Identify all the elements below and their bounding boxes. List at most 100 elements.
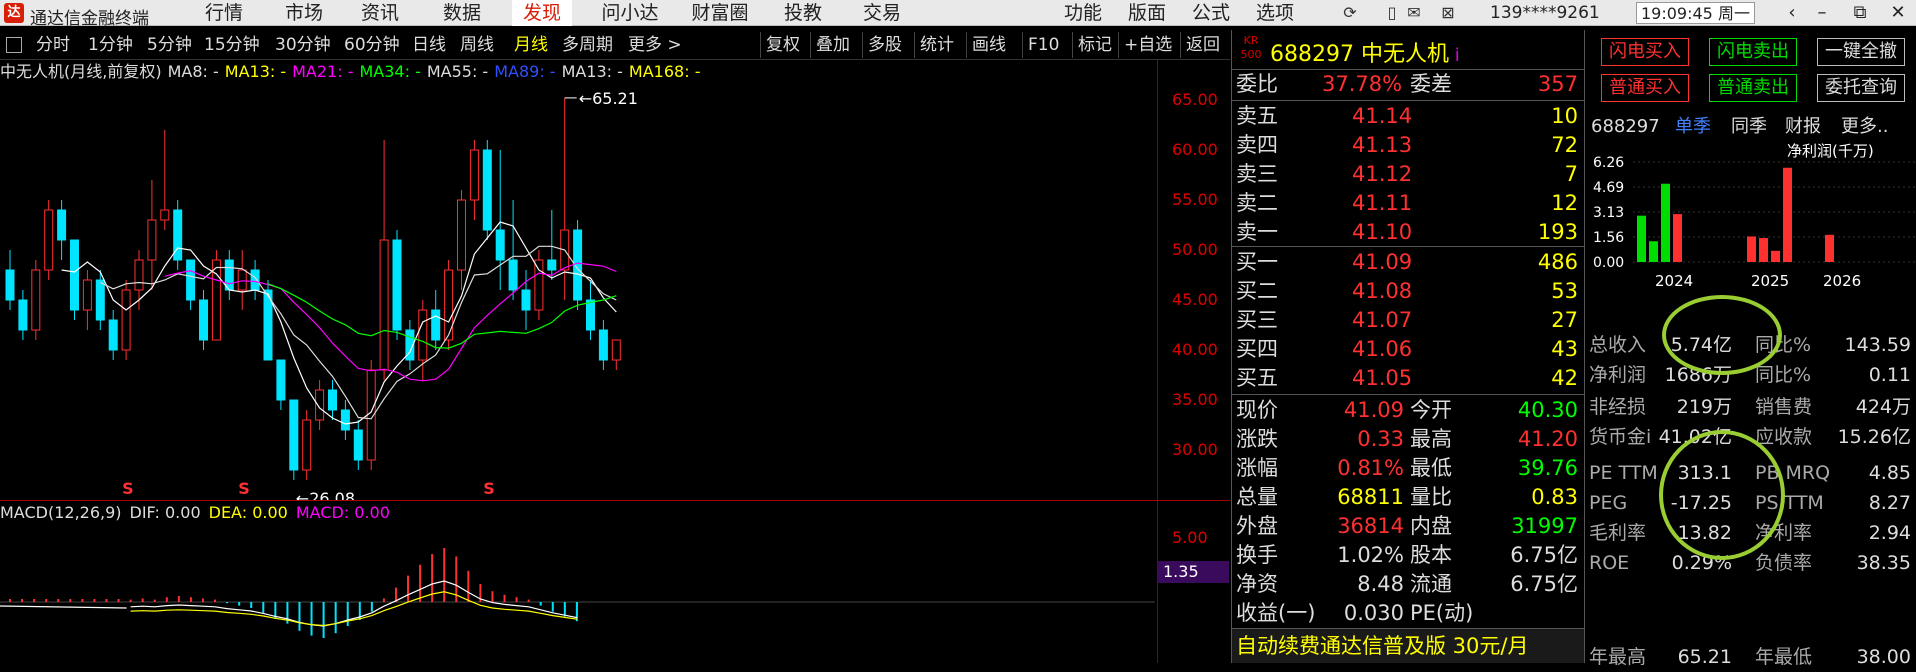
period-tab-0[interactable]: 分时 [36, 34, 70, 56]
finance-bar [1661, 183, 1670, 262]
candle-body [70, 239, 79, 311]
trade-button-3[interactable]: 普通买入 [1601, 74, 1689, 102]
period-tab-9[interactable]: 多周期 [562, 34, 613, 56]
period-tab-7[interactable]: 周线 [460, 34, 494, 56]
menu-5[interactable]: 问小达 [594, 0, 666, 26]
tool-button-0[interactable]: 复权 [760, 32, 800, 58]
sell-row-3[interactable]: 卖二 41.11 12 [1232, 189, 1584, 218]
menu-3[interactable]: 数据 [436, 0, 488, 26]
finance-tab-0[interactable]: 单季 [1675, 114, 1711, 140]
buy-price: 41.09 [1352, 250, 1413, 274]
candle-body [289, 399, 299, 471]
menu-8[interactable]: 交易 [856, 0, 908, 26]
finance-tabs: 688297 单季 同季 财报 更多.. [1585, 114, 1916, 140]
tool-button-5[interactable]: F10 [1022, 32, 1059, 58]
trade-button-0[interactable]: 闪电买入 [1601, 38, 1689, 66]
finance-label2: 销售费 [1755, 396, 1813, 418]
price-axis-label-0: 65.00 [1172, 90, 1218, 109]
right-menu-0[interactable]: 功能 [1064, 0, 1102, 26]
tool-button-6[interactable]: 标记 [1072, 32, 1112, 58]
back-icon[interactable]: ‹ [1778, 0, 1806, 26]
tool-button-4[interactable]: 画线 [966, 32, 1006, 58]
finance-label: 货币金i [1589, 426, 1652, 448]
period-tab-2[interactable]: 5分钟 [147, 34, 192, 56]
sell-price: 41.11 [1352, 191, 1413, 215]
s-mark-1: S [238, 479, 250, 498]
candlestick-chart[interactable]: ←65.21 ←26.08 S S S [0, 80, 1155, 500]
menu-4[interactable]: 发现 [512, 0, 572, 26]
sell-row-4[interactable]: 卖一 41.10 193 [1232, 218, 1584, 247]
tool-button-1[interactable]: 叠加 [810, 32, 850, 58]
trade-button-1[interactable]: 闪电卖出 [1709, 38, 1797, 66]
subscription-ad[interactable]: 自动续费通达信普及版 30元/月 [1232, 628, 1584, 663]
sell-row-1[interactable]: 卖四 41.13 72 [1232, 131, 1584, 160]
period-tab-4[interactable]: 30分钟 [275, 34, 331, 56]
buy-row-3[interactable]: 买四 41.06 43 [1232, 335, 1584, 364]
period-tab-8[interactable]: 月线 [514, 34, 548, 56]
close-icon[interactable]: ✕ [1884, 0, 1912, 26]
mail-icon[interactable]: ✉ [1404, 3, 1424, 23]
phone-icon[interactable]: ▯ [1382, 3, 1402, 23]
finance-tab-1[interactable]: 同季 [1731, 114, 1767, 140]
refresh-icon[interactable]: ⟳ [1340, 3, 1360, 23]
trade-button-4[interactable]: 普通卖出 [1709, 74, 1797, 102]
sell-qty: 72 [1551, 133, 1578, 157]
sell-qty: 10 [1551, 104, 1578, 128]
panel-toggle-icon[interactable] [6, 37, 22, 53]
finance-bar [1649, 241, 1658, 262]
price-axis-label-1: 60.00 [1172, 140, 1218, 159]
menu-1[interactable]: 市场 [278, 0, 330, 26]
period-tab-1[interactable]: 1分钟 [88, 34, 133, 56]
period-tab-10[interactable]: 更多 > [628, 34, 682, 56]
menu-6[interactable]: 财富圈 [684, 0, 756, 26]
menu-7[interactable]: 投教 [777, 0, 829, 26]
ma-legend-1: MA8: - [167, 62, 219, 81]
buy-row-1[interactable]: 买二 41.08 53 [1232, 277, 1584, 306]
stat-value: 41.09 [1343, 398, 1404, 422]
ma-line-21 [267, 283, 617, 349]
buy-row-0[interactable]: 买一 41.09 486 [1232, 248, 1584, 277]
buy-row-4[interactable]: 买五 41.05 42 [1232, 364, 1584, 393]
candle-body [186, 259, 196, 301]
period-tab-3[interactable]: 15分钟 [204, 34, 260, 56]
minimize-icon[interactable]: – [1808, 0, 1836, 26]
finance-tab-3[interactable]: 更多.. [1841, 114, 1888, 140]
sell-row-2[interactable]: 卖三 41.12 7 [1232, 160, 1584, 189]
buy-label: 买五 [1236, 366, 1278, 390]
macd-legend-3: MACD: 0.00 [295, 503, 390, 522]
user-account[interactable]: 139****9261 [1490, 0, 1600, 26]
price-axis-label-2: 55.00 [1172, 190, 1218, 209]
stat-value: 8.48 [1357, 572, 1404, 596]
menu-2[interactable]: 资讯 [354, 0, 406, 26]
finance-value2: 38.35 [1856, 552, 1911, 574]
candle-body [44, 209, 54, 271]
right-menu-2[interactable]: 公式 [1192, 0, 1230, 26]
stat-value2: 0.83 [1531, 485, 1578, 509]
trade-button-2[interactable]: 一键全撤 [1817, 38, 1905, 66]
candle-body [57, 209, 67, 241]
tool-button-8[interactable]: 返回 [1180, 32, 1220, 58]
period-tab-5[interactable]: 60分钟 [344, 34, 400, 56]
period-tab-6[interactable]: 日线 [412, 34, 446, 56]
right-menu-3[interactable]: 选项 [1256, 0, 1294, 26]
ma-legend-2: MA13: - [224, 62, 287, 81]
tool-button-7[interactable]: +自选 [1118, 32, 1172, 58]
finance-bar [1637, 215, 1646, 262]
tool-button-2[interactable]: 多股 [862, 32, 902, 58]
finance-tab-2[interactable]: 财报 [1785, 114, 1821, 140]
highlight-circle-1 [1662, 295, 1782, 375]
restore-icon[interactable]: ⧉ [1846, 0, 1874, 26]
stock-title[interactable]: 688297 中无人机 i [1270, 36, 1460, 68]
finance-label: PE TTM [1589, 462, 1658, 484]
macd-chart[interactable] [0, 522, 1155, 663]
message-icon[interactable]: ⊠ [1438, 3, 1458, 23]
trade-button-5[interactable]: 委托查询 [1817, 74, 1905, 102]
candle-body [315, 389, 325, 421]
candle-body [95, 279, 105, 321]
menu-0[interactable]: 行情 [198, 0, 250, 26]
right-menu-1[interactable]: 版面 [1128, 0, 1166, 26]
sell-row-0[interactable]: 卖五 41.14 10 [1232, 102, 1584, 131]
tool-button-3[interactable]: 统计 [914, 32, 954, 58]
finance-bar [1825, 234, 1834, 262]
buy-row-2[interactable]: 买三 41.07 27 [1232, 306, 1584, 335]
